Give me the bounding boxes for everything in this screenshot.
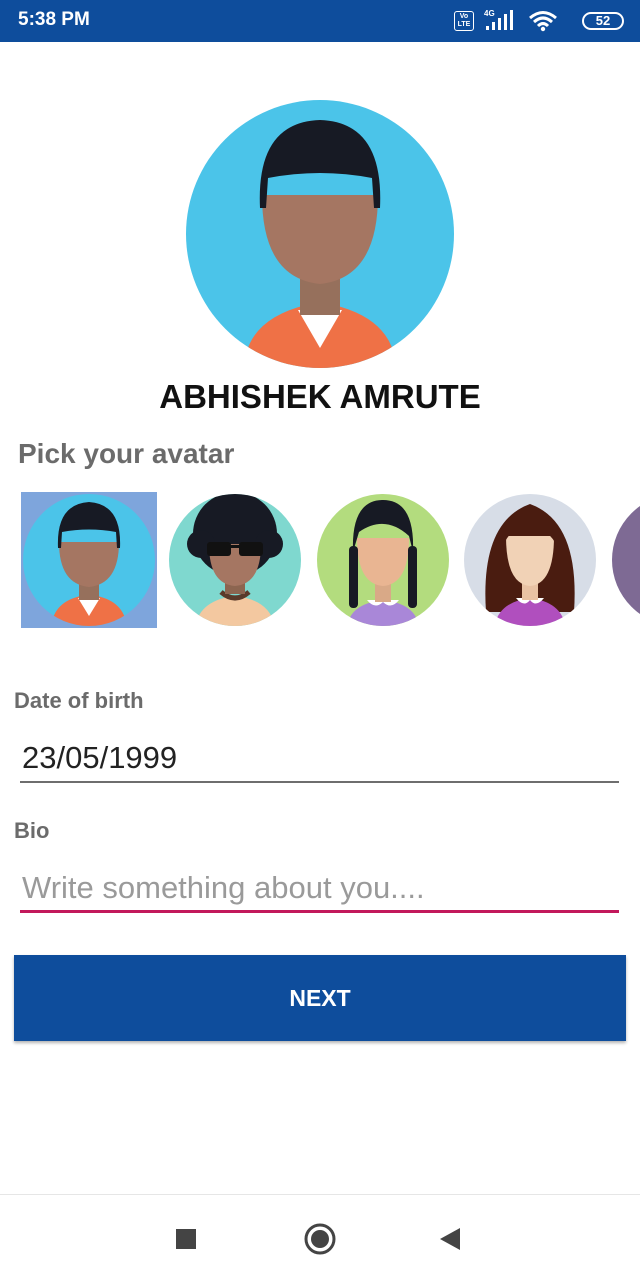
volte-icon: Vo LTE	[454, 11, 474, 31]
avatar-boy-icon	[23, 494, 155, 626]
avatar-option-partial[interactable]	[610, 492, 640, 628]
battery-icon: 52	[582, 12, 624, 30]
avatar-girl-braids-icon	[317, 494, 449, 626]
avatar-option-boy[interactable]	[21, 492, 157, 628]
profile-avatar	[186, 100, 454, 368]
triangle-back-icon[interactable]	[428, 1217, 472, 1261]
wifi-icon	[529, 11, 557, 32]
signal-icon: 4G	[484, 9, 513, 30]
avatar-option-curly[interactable]	[167, 492, 303, 628]
bio-underline	[20, 910, 619, 913]
square-recents-icon[interactable]	[164, 1217, 208, 1261]
status-time: 5:38 PM	[18, 9, 90, 30]
dob-field[interactable]: 23/05/1999	[22, 740, 177, 776]
circle-home-icon[interactable]	[298, 1217, 342, 1261]
avatar-picker	[0, 492, 640, 628]
status-bar: 5:38 PM Vo LTE 4G 52	[0, 0, 640, 42]
network-type-label: 4G	[484, 9, 495, 18]
bio-label: Bio	[14, 818, 50, 843]
dob-underline	[20, 781, 619, 783]
avatar-option-braids[interactable]	[315, 492, 451, 628]
navigation-bar	[0, 1194, 640, 1281]
pick-avatar-label: Pick your avatar	[18, 438, 235, 469]
dob-label: Date of birth	[14, 688, 144, 713]
avatar-partial-icon	[612, 506, 640, 614]
avatar-curly-sunglasses-icon	[169, 494, 301, 626]
user-name: ABHISHEK AMRUTE	[159, 378, 481, 415]
avatar-option-long-hair[interactable]	[462, 492, 598, 628]
avatar-woman-long-hair-icon	[464, 494, 596, 626]
bio-input[interactable]	[20, 866, 621, 910]
next-button[interactable]: NEXT	[14, 955, 626, 1041]
